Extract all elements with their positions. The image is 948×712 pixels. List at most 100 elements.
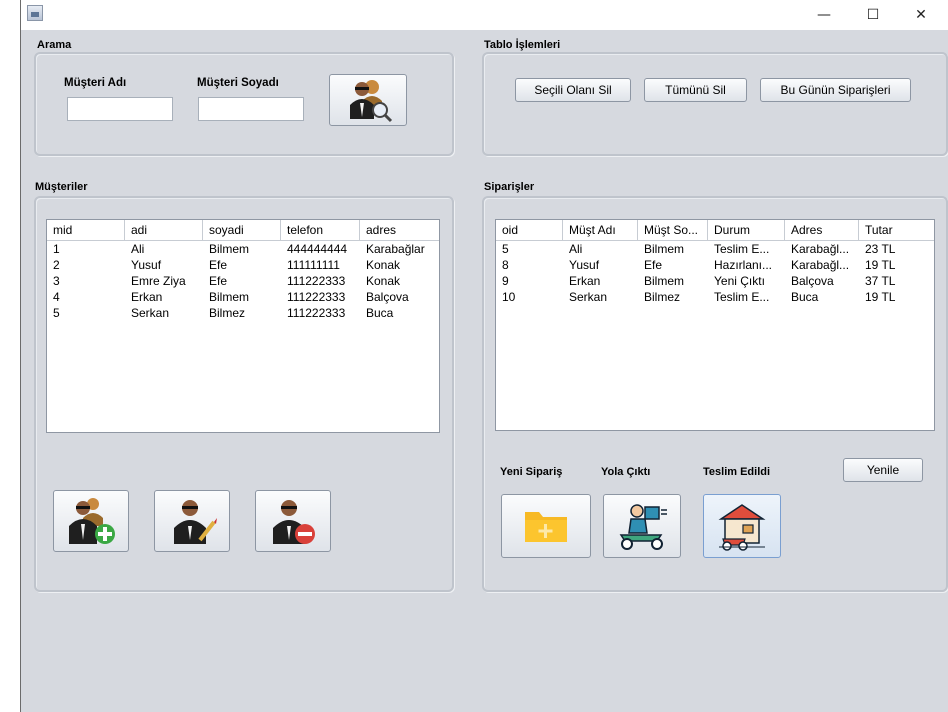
last-name-input[interactable] — [198, 97, 304, 121]
column-header-mid[interactable]: mid — [47, 220, 125, 240]
main-content: Arama Müşteri Adı Müşteri Soyadı Tablo İ… — [21, 30, 948, 712]
cell-oid: 5 — [502, 242, 509, 256]
cell-address: Karabağl... — [791, 242, 850, 256]
column-header-adres[interactable]: adres — [360, 220, 439, 240]
cell-telefon: 444444444 — [287, 242, 348, 256]
cell-telefon: 111222333 — [287, 290, 346, 304]
cell-address: Buca — [791, 290, 819, 304]
delivered-button[interactable] — [703, 494, 781, 558]
add-customer-button[interactable] — [53, 490, 129, 552]
customers-table[interactable]: mid adi soyadi telefon adres 1 Ali Bilme… — [46, 219, 440, 433]
cell-soyadi: Efe — [209, 258, 228, 272]
delivered-home-icon — [718, 504, 766, 551]
minimize-button[interactable]: — — [801, 2, 847, 28]
column-header-soyadi[interactable]: soyadi — [203, 220, 281, 240]
cell-mid: 1 — [53, 242, 60, 256]
delete-selected-button[interactable]: Seçili Olanı Sil — [515, 78, 631, 102]
cell-first-name: Erkan — [569, 274, 601, 288]
cell-amount: 19 TL — [865, 290, 896, 304]
cell-last-name: Bilmem — [644, 274, 685, 288]
table-row[interactable]: 5 Serkan Bilmez 111222333 Buca — [47, 305, 439, 321]
column-header-status[interactable]: Durum — [708, 220, 785, 240]
cell-amount: 19 TL — [865, 258, 896, 272]
table-row[interactable]: 8 Yusuf Efe Hazırlanı... Karabağl... 19 … — [496, 257, 934, 273]
last-name-label: Müşteri Soyadı — [197, 77, 279, 89]
cell-mid: 4 — [53, 290, 60, 304]
cell-telefon: 111222333 — [287, 274, 346, 288]
cell-soyadi: Bilmem — [209, 290, 250, 304]
column-header-adi[interactable]: adi — [125, 220, 203, 240]
cell-status: Teslim E... — [714, 242, 770, 256]
cell-amount: 37 TL — [865, 274, 896, 288]
column-header-oid[interactable]: oid — [496, 220, 563, 240]
on-the-way-label: Yola Çıktı — [601, 466, 651, 478]
cell-last-name: Bilmez — [644, 290, 681, 304]
new-order-label: Yeni Sipariş — [500, 466, 563, 478]
edit-customer-icon — [174, 500, 217, 544]
cell-telefon: 111111111 — [287, 258, 340, 272]
table-row[interactable]: 10 Serkan Bilmez Teslim E... Buca 19 TL — [496, 289, 934, 305]
search-customer-button[interactable] — [329, 74, 407, 126]
cell-first-name: Serkan — [569, 290, 608, 304]
delivered-label: Teslim Edildi — [703, 466, 771, 478]
search-section-title: Arama — [37, 39, 72, 51]
cell-mid: 3 — [53, 274, 60, 288]
cell-adres: Balçova — [366, 290, 409, 304]
delete-customer-button[interactable] — [255, 490, 331, 552]
first-name-input[interactable] — [67, 97, 173, 121]
customers-section-title: Müşteriler — [35, 181, 88, 193]
table-ops-group — [482, 52, 948, 156]
cell-amount: 23 TL — [865, 242, 896, 256]
cell-status: Teslim E... — [714, 290, 770, 304]
delete-all-button[interactable]: Tümünü Sil — [644, 78, 747, 102]
cell-telefon: 111222333 — [287, 306, 346, 320]
cell-mid: 2 — [53, 258, 60, 272]
on-the-way-button[interactable] — [603, 494, 681, 558]
new-order-button[interactable] — [501, 494, 591, 558]
maximize-button[interactable]: ☐ — [850, 2, 896, 28]
refresh-button[interactable]: Yenile — [843, 458, 923, 482]
column-header-amount[interactable]: Tutar — [859, 220, 934, 240]
add-customer-icon — [69, 498, 115, 544]
cell-last-name: Efe — [644, 258, 663, 272]
today-orders-button[interactable]: Bu Günün Siparişleri — [760, 78, 911, 102]
table-row[interactable]: 4 Erkan Bilmem 111222333 Balçova — [47, 289, 439, 305]
orders-section-title: Siparişler — [484, 181, 535, 193]
cell-address: Karabağl... — [791, 258, 850, 272]
close-button[interactable]: ✕ — [898, 2, 944, 28]
cell-first-name: Yusuf — [569, 258, 600, 272]
cell-adi: Ali — [131, 242, 145, 256]
cell-adi: Emre Ziya — [131, 274, 186, 288]
new-folder-icon — [525, 512, 567, 542]
cell-adres: Buca — [366, 306, 394, 320]
cell-oid: 9 — [502, 274, 509, 288]
table-row[interactable]: 5 Ali Bilmem Teslim E... Karabağl... 23 … — [496, 241, 934, 257]
column-header-telefon[interactable]: telefon — [281, 220, 360, 240]
table-row[interactable]: 2 Yusuf Efe 111111111 Konak — [47, 257, 439, 273]
table-row[interactable]: 9 Erkan Bilmem Yeni Çıktı Balçova 37 TL — [496, 273, 934, 289]
cell-adi: Serkan — [131, 306, 170, 320]
cell-mid: 5 — [53, 306, 60, 320]
title-bar: — ☐ ✕ — [0, 0, 948, 30]
column-header-first-name[interactable]: Müşt Adı — [563, 220, 638, 240]
cell-address: Balçova — [791, 274, 834, 288]
delete-customer-icon — [273, 500, 315, 544]
column-header-last-name[interactable]: Müşt So... — [638, 220, 708, 240]
column-header-address[interactable]: Adres — [785, 220, 859, 240]
customer-search-icon — [350, 80, 393, 123]
java-app-icon — [27, 5, 43, 21]
cell-adi: Yusuf — [131, 258, 162, 272]
cell-adi: Erkan — [131, 290, 163, 304]
cell-status: Hazırlanı... — [714, 258, 773, 272]
orders-table[interactable]: oid Müşt Adı Müşt So... Durum Adres Tuta… — [495, 219, 935, 431]
delivery-scooter-icon — [619, 504, 667, 550]
cell-last-name: Bilmem — [644, 242, 685, 256]
first-name-label: Müşteri Adı — [64, 77, 127, 89]
cell-oid: 10 — [502, 290, 516, 304]
cell-first-name: Ali — [569, 242, 583, 256]
edit-customer-button[interactable] — [154, 490, 230, 552]
cell-status: Yeni Çıktı — [714, 274, 765, 288]
table-row[interactable]: 3 Emre Ziya Efe 111222333 Konak — [47, 273, 439, 289]
table-row[interactable]: 1 Ali Bilmem 444444444 Karabağlar — [47, 241, 439, 257]
cell-oid: 8 — [502, 258, 509, 272]
